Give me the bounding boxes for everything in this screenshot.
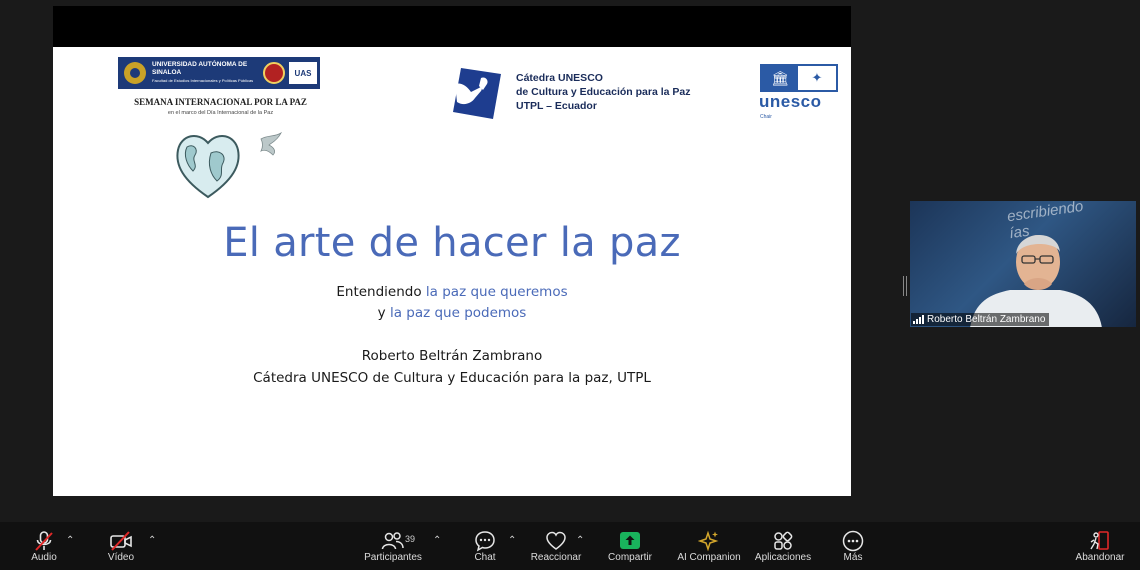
uas-mark: UAS [289, 62, 317, 84]
sub2-highlight: la paz que podemos [389, 305, 527, 321]
uas-crest-icon [124, 62, 146, 84]
uas-subtitle: Facultad de Estudios Internacionales y P… [152, 78, 254, 83]
heart-react-icon [546, 531, 566, 550]
participant-name: Roberto Beltrán Zambrano [927, 314, 1046, 325]
catedra-line-2: de Cultura y Educación para la Paz [516, 86, 691, 98]
video-options-caret-icon[interactable]: ⌃ [148, 535, 156, 546]
shared-slide: UNIVERSIDAD AUTÓNOMA DE SINALOA Facultad… [53, 47, 851, 496]
chat-label: Chat [474, 552, 496, 563]
participant-video-tile[interactable]: escribiendo ías Roberto Beltrán Zambrano [910, 201, 1136, 327]
ai-companion-button[interactable]: AI Companion [676, 522, 742, 570]
unesco-logo-box: 🏛 ✦ [760, 64, 838, 92]
catedra-line-1: Cátedra UNESCO [516, 72, 603, 84]
apps-label: Aplicaciones [754, 552, 812, 563]
meeting-toolbar: Audio ⌃ Vídeo ⌃ Participantes 39 ⌃ Chat … [0, 522, 1140, 570]
unesco-temple-icon: 🏛 [762, 66, 798, 90]
slide-title: El arte de hacer la paz [223, 220, 681, 266]
zoom-meeting-window: UNIVERSIDAD AUTÓNOMA DE SINALOA Facultad… [0, 0, 1140, 570]
more-dots-icon [842, 530, 864, 552]
share-screen-button[interactable]: Compartir [605, 522, 655, 570]
participant-name-tag: Roberto Beltrán Zambrano [911, 313, 1050, 326]
unesco-word: unesco [759, 92, 822, 111]
unesco-chair-label: Chair [760, 114, 772, 120]
sparkle-icon [698, 530, 719, 552]
share-screen-icon [620, 532, 640, 549]
react-label: Reaccionar [530, 552, 582, 563]
react-options-caret-icon[interactable]: ⌃ [576, 535, 584, 546]
more-button[interactable]: Más [838, 522, 868, 570]
audio-label: Audio [31, 552, 57, 563]
sub1-highlight: la paz que queremos [425, 284, 568, 300]
leave-door-icon [1090, 531, 1109, 550]
chat-bubble-icon [475, 531, 495, 552]
audio-button[interactable]: Audio [27, 522, 61, 570]
catedra-unesco-text: Cátedra UNESCO de Cultura y Educación pa… [516, 71, 690, 113]
uas-logo-banner: UNIVERSIDAD AUTÓNOMA DE SINALOA Facultad… [118, 57, 320, 89]
video-button[interactable]: Vídeo [104, 522, 138, 570]
uas-seal-icon [263, 62, 285, 84]
catedra-line-3: UTPL – Ecuador [516, 100, 597, 112]
slide-subtitle-1: Entendiendo la paz que queremos [53, 284, 851, 300]
react-button[interactable]: Reaccionar [530, 522, 582, 570]
panel-resize-handle[interactable] [903, 276, 907, 296]
chat-options-caret-icon[interactable]: ⌃ [508, 535, 516, 546]
week-title: SEMANA INTERNACIONAL POR LA PAZ [134, 97, 307, 107]
participants-options-caret-icon[interactable]: ⌃ [433, 535, 441, 546]
participants-icon [381, 532, 404, 550]
sub2-prefix: y [377, 305, 390, 321]
unesco-chair-seal-icon: ✦ [811, 70, 823, 85]
catedra-hands-logo-icon [453, 68, 501, 119]
week-subtitle: en el marco del Día Internacional de la … [167, 110, 274, 116]
uas-name: UNIVERSIDAD AUTÓNOMA DE SINALOA [152, 61, 248, 76]
leave-label: Abandonar [1075, 552, 1125, 563]
slide-author: Roberto Beltrán Zambrano [361, 348, 543, 364]
connection-signal-icon [913, 315, 924, 324]
slide-subtitle-2: y la paz que podemos [53, 305, 851, 321]
camera-off-icon [110, 531, 132, 551]
leave-button[interactable]: Abandonar [1072, 522, 1128, 570]
audio-options-caret-icon[interactable]: ⌃ [66, 535, 74, 546]
participant-count: 39 [405, 534, 416, 544]
uas-text: UNIVERSIDAD AUTÓNOMA DE SINALOA Facultad… [152, 61, 263, 85]
participants-button[interactable]: Participantes [362, 522, 424, 570]
participants-label: Participantes [364, 552, 422, 563]
slide-affiliation: Cátedra UNESCO de Cultura y Educación pa… [253, 370, 651, 386]
apps-icon [774, 531, 793, 550]
ai-companion-label: AI Companion [677, 552, 741, 563]
chat-button[interactable]: Chat [470, 522, 500, 570]
sub1-prefix: Entendiendo [336, 284, 426, 300]
apps-button[interactable]: Aplicaciones [754, 522, 812, 570]
participant-video-image [970, 234, 1102, 327]
video-label: Vídeo [107, 552, 135, 563]
microphone-muted-icon [35, 531, 53, 551]
heart-globe-dove-icon [176, 131, 283, 199]
more-label: Más [843, 552, 863, 563]
share-screen-label: Compartir [608, 552, 652, 563]
